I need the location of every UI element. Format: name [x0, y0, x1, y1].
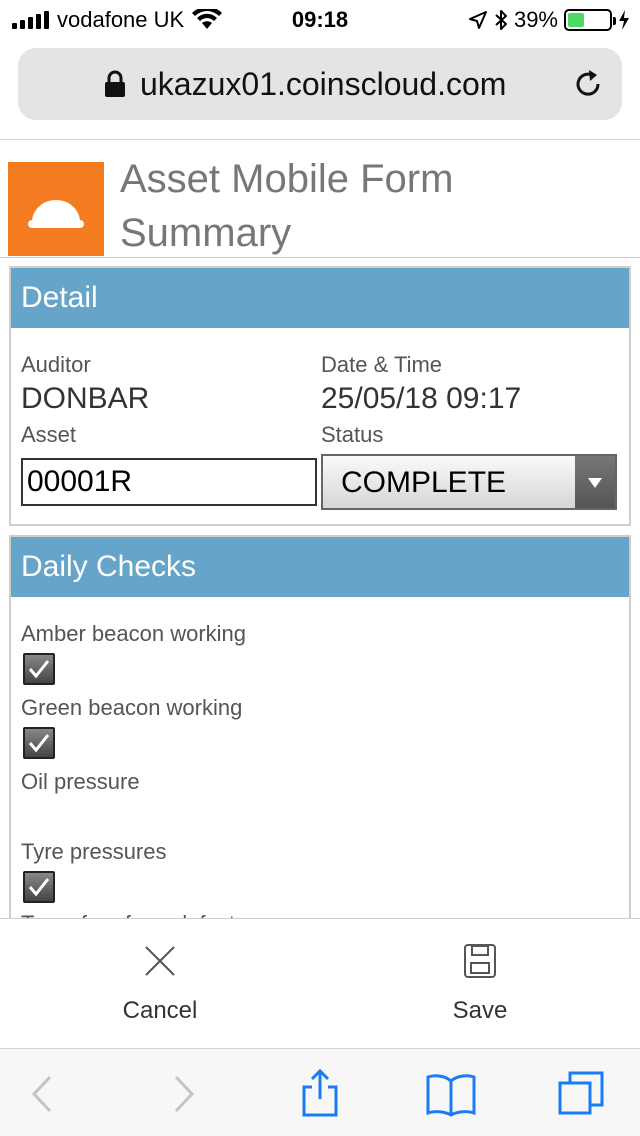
datetime-label: Date & Time [321, 352, 443, 377]
url-text[interactable]: ukazux01.coinscloud.com [140, 66, 506, 103]
auditor-label: Auditor [21, 352, 91, 377]
check-label-tyre-pressures: Tyre pressures [21, 839, 167, 864]
tabs-icon[interactable] [556, 1069, 606, 1119]
checkmark-icon [28, 660, 50, 679]
divider [0, 139, 640, 140]
datetime-value: 25/05/18 09:17 [321, 382, 522, 415]
status-bar: vodafone UK 09:18 39% [0, 0, 640, 40]
detail-heading: Detail [11, 268, 629, 328]
status-label: Status [321, 422, 384, 447]
forward-icon[interactable] [158, 1069, 208, 1119]
bluetooth-icon [495, 10, 507, 30]
checkmark-icon [28, 878, 50, 897]
close-icon [145, 946, 175, 976]
asset-input[interactable] [21, 458, 317, 506]
reload-icon[interactable] [572, 68, 604, 100]
lock-icon [105, 70, 125, 97]
check-label-oil-pressure: Oil pressure [21, 769, 140, 794]
dropdown-arrow-icon[interactable] [575, 456, 615, 508]
share-icon[interactable] [295, 1069, 345, 1119]
status-selected-value: COMPLETE [341, 466, 507, 499]
cancel-label: Cancel [122, 997, 198, 1024]
location-arrow-icon [468, 11, 487, 29]
back-icon[interactable] [18, 1069, 68, 1119]
save-label: Save [452, 997, 508, 1024]
browser-toolbar [0, 1048, 640, 1136]
divider [0, 257, 640, 258]
daily-checks-panel: Daily Checks Amber beacon working Green … [9, 535, 631, 925]
battery-percent: 39% [513, 7, 558, 32]
app-logo [8, 162, 104, 256]
asset-label: Asset [21, 422, 77, 447]
bookmarks-icon[interactable] [426, 1069, 476, 1119]
checkmark-icon [28, 734, 50, 753]
hard-hat-icon [28, 200, 84, 228]
checkbox-tyre-pressures[interactable] [23, 871, 55, 903]
cancel-button[interactable]: Cancel [0, 919, 320, 1049]
status-right: 39% [468, 7, 630, 33]
detail-panel: Detail Auditor DONBAR Date & Time 25/05/… [9, 266, 631, 526]
check-label-amber-beacon: Amber beacon working [21, 621, 247, 646]
address-bar[interactable]: ukazux01.coinscloud.com [18, 48, 622, 120]
status-select[interactable]: COMPLETE [321, 454, 617, 510]
checkbox-amber-beacon[interactable] [23, 653, 55, 685]
page-title: Asset Mobile Form Summary [120, 157, 454, 255]
battery-icon [564, 9, 616, 31]
daily-checks-heading: Daily Checks [11, 537, 629, 597]
auditor-value: DONBAR [21, 382, 150, 415]
save-button[interactable]: Save [320, 919, 640, 1049]
checkbox-green-beacon[interactable] [23, 727, 55, 759]
battery-level [568, 13, 584, 27]
charging-icon [619, 10, 629, 30]
action-bar: Cancel Save [0, 918, 640, 1048]
check-label-green-beacon: Green beacon working [21, 695, 243, 720]
save-icon [464, 944, 496, 978]
